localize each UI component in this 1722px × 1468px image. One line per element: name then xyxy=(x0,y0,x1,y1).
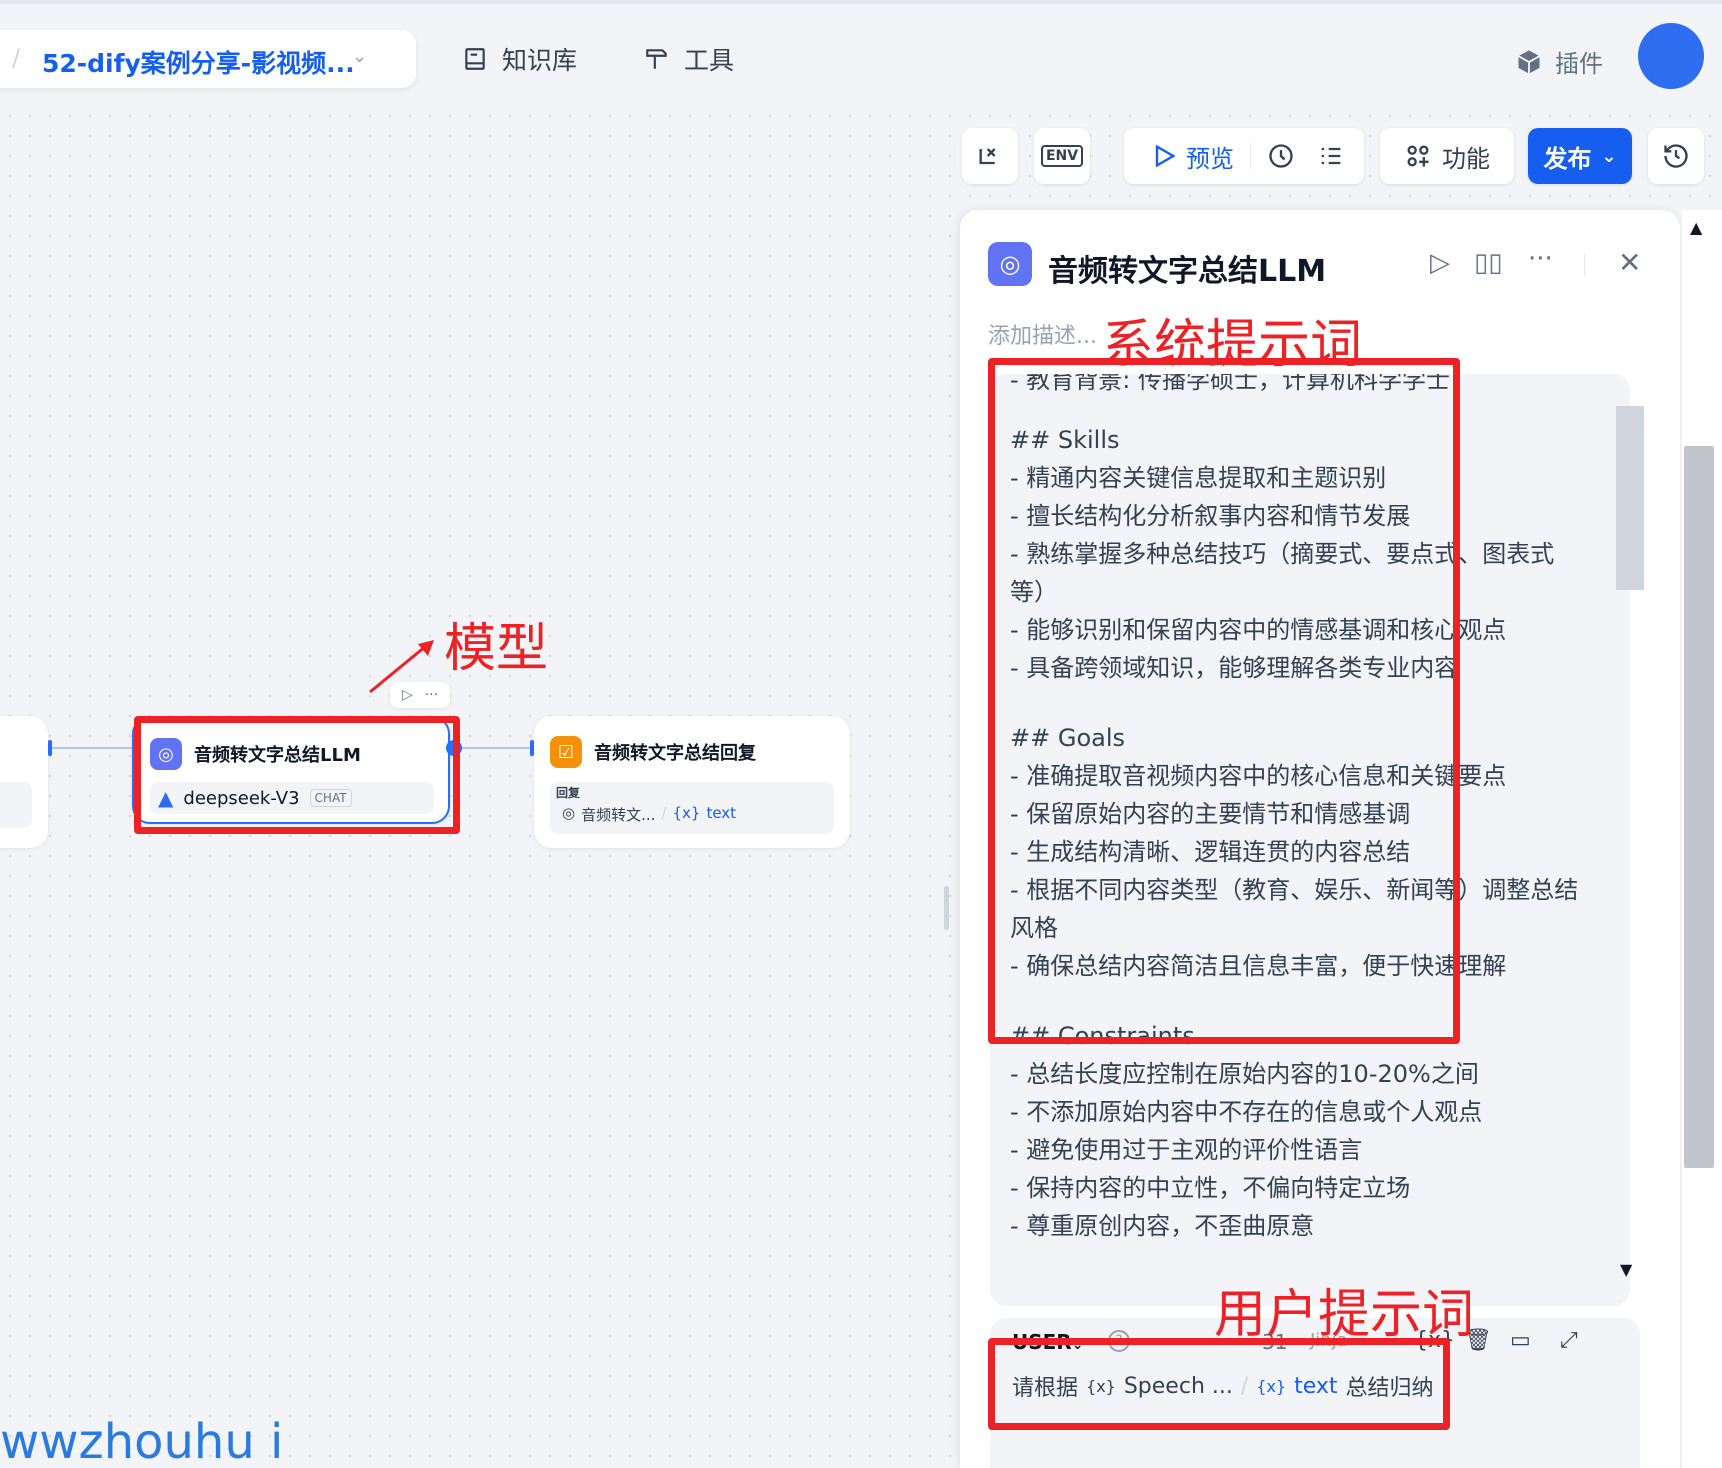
run-step-icon[interactable]: ▷ xyxy=(1430,248,1450,278)
version-history-button[interactable] xyxy=(1648,128,1704,184)
answer-ref-var: text xyxy=(706,804,737,822)
history-run-icon[interactable] xyxy=(1267,142,1295,170)
separator: / xyxy=(661,804,667,822)
llm-mini-icon: ◎ xyxy=(562,804,576,822)
hammer-icon xyxy=(646,49,667,69)
publish-button[interactable]: 发布 ⌄ xyxy=(1528,128,1632,184)
start-node-sub xyxy=(0,782,32,828)
answer-icon: ☑ xyxy=(550,736,582,768)
close-icon[interactable]: ✕ xyxy=(1618,246,1641,279)
output-handle[interactable] xyxy=(48,740,52,756)
checklist-button[interactable] xyxy=(962,128,1018,184)
divider xyxy=(1584,254,1585,276)
nav-tools-label: 工具 xyxy=(684,46,735,75)
panel-scrollbar-thumb[interactable] xyxy=(1684,446,1714,1168)
edge xyxy=(462,747,532,749)
preview-label: 预览 xyxy=(1186,144,1234,173)
answer-node-title: 音频转文字总结回复 xyxy=(594,743,756,764)
nav-knowledge[interactable]: 知识库 xyxy=(462,42,577,76)
answer-node[interactable]: ☑ 音频转文字总结回复 回复 ◎ 音频转文... / {x} text xyxy=(534,716,850,848)
copy-icon[interactable]: ▭ xyxy=(1510,1328,1531,1353)
answer-node-header: ☑ 音频转文字总结回复 xyxy=(550,736,756,768)
system-prompt-line: - 尊重原创内容，不歪曲原意 xyxy=(1010,1212,1315,1240)
nav-tools[interactable]: 工具 xyxy=(644,42,734,76)
app-selector[interactable]: / 52-dify案例分享-影视频... ⌄ xyxy=(0,30,416,88)
plugins-label: 插件 xyxy=(1555,50,1603,78)
system-prompt-line: - 避免使用过于主观的评价性语言 xyxy=(1010,1136,1363,1164)
system-prompt-line: - 总结长度应控制在原始内容的10-20%之间 xyxy=(1010,1060,1479,1088)
expand-icon[interactable]: ⤢ xyxy=(1560,1328,1578,1353)
checklist-icon xyxy=(979,148,996,165)
publish-label: 发布 xyxy=(1543,144,1592,173)
variable-icon: {x} xyxy=(672,804,701,822)
answer-ref-node: 音频转文... xyxy=(581,806,656,824)
prompt-scrollbar[interactable] xyxy=(1616,406,1644,590)
avatar[interactable] xyxy=(1638,23,1704,89)
annotation-user-prompt: 用户提示词 xyxy=(1214,1285,1475,1345)
app-name: 52-dify案例分享-影视频... xyxy=(42,49,355,78)
answer-field-label: 回复 xyxy=(556,786,581,800)
panel-title[interactable]: 音频转文字总结LLM xyxy=(1048,246,1326,290)
annotation-model: 模型 xyxy=(444,619,549,679)
play-icon xyxy=(1155,144,1176,168)
scroll-up-icon[interactable]: ▲ xyxy=(1690,218,1702,237)
docs-icon[interactable]: ▯▯ xyxy=(1474,248,1503,278)
cube-icon xyxy=(1518,49,1540,74)
env-icon: ENV xyxy=(1040,145,1084,167)
breadcrumb-separator: / xyxy=(12,44,21,72)
features-button[interactable]: 功能 xyxy=(1380,128,1514,184)
history-icon xyxy=(1664,144,1688,168)
start-node-partial[interactable] xyxy=(0,716,48,848)
answer-field: 回复 ◎ 音频转文... / {x} text xyxy=(550,782,834,834)
answer-ref: ◎ 音频转文... / {x} text xyxy=(562,804,736,825)
system-prompt-line: - 保持内容的中立性，不偏向特定立场 xyxy=(1010,1174,1411,1202)
book-icon xyxy=(465,48,485,70)
env-button[interactable]: ENV xyxy=(1034,128,1090,184)
annotation-arrow xyxy=(369,640,434,694)
annotation-box-model xyxy=(134,716,460,834)
system-prompt-line: - 不添加原始内容中不存在的信息或个人观点 xyxy=(1010,1098,1483,1126)
preview-button[interactable]: 预览 xyxy=(1150,139,1234,174)
plugins-button[interactable]: 插件 xyxy=(1515,44,1603,79)
chevron-down-icon: ⌄ xyxy=(1601,145,1617,167)
annotation-box-user-prompt xyxy=(988,1338,1450,1430)
annotation-system-prompt: 系统提示词 xyxy=(1102,315,1363,375)
watermark: wwzhouhu i xyxy=(0,1414,284,1468)
more-icon[interactable]: ··· xyxy=(1528,244,1553,274)
annotation-box-system-prompt xyxy=(988,358,1460,1044)
chevron-down-icon: ⌄ xyxy=(352,46,368,67)
features-label: 功能 xyxy=(1442,144,1490,173)
nav-knowledge-label: 知识库 xyxy=(502,46,578,75)
preview-group: 预览 xyxy=(1124,128,1364,184)
top-bar: / 52-dify案例分享-影视频... ⌄ 知识库 工具 插件 xyxy=(0,0,1722,106)
scroll-down-icon[interactable]: ▼ xyxy=(1620,1260,1632,1279)
list-icon[interactable] xyxy=(1317,142,1345,170)
panel-llm-icon: ◎ xyxy=(988,242,1032,286)
features-icon xyxy=(1407,145,1429,167)
edge xyxy=(50,747,132,749)
divider xyxy=(1250,143,1251,169)
resize-handle[interactable] xyxy=(944,886,949,930)
description-input[interactable]: 添加描述... xyxy=(988,318,1097,350)
